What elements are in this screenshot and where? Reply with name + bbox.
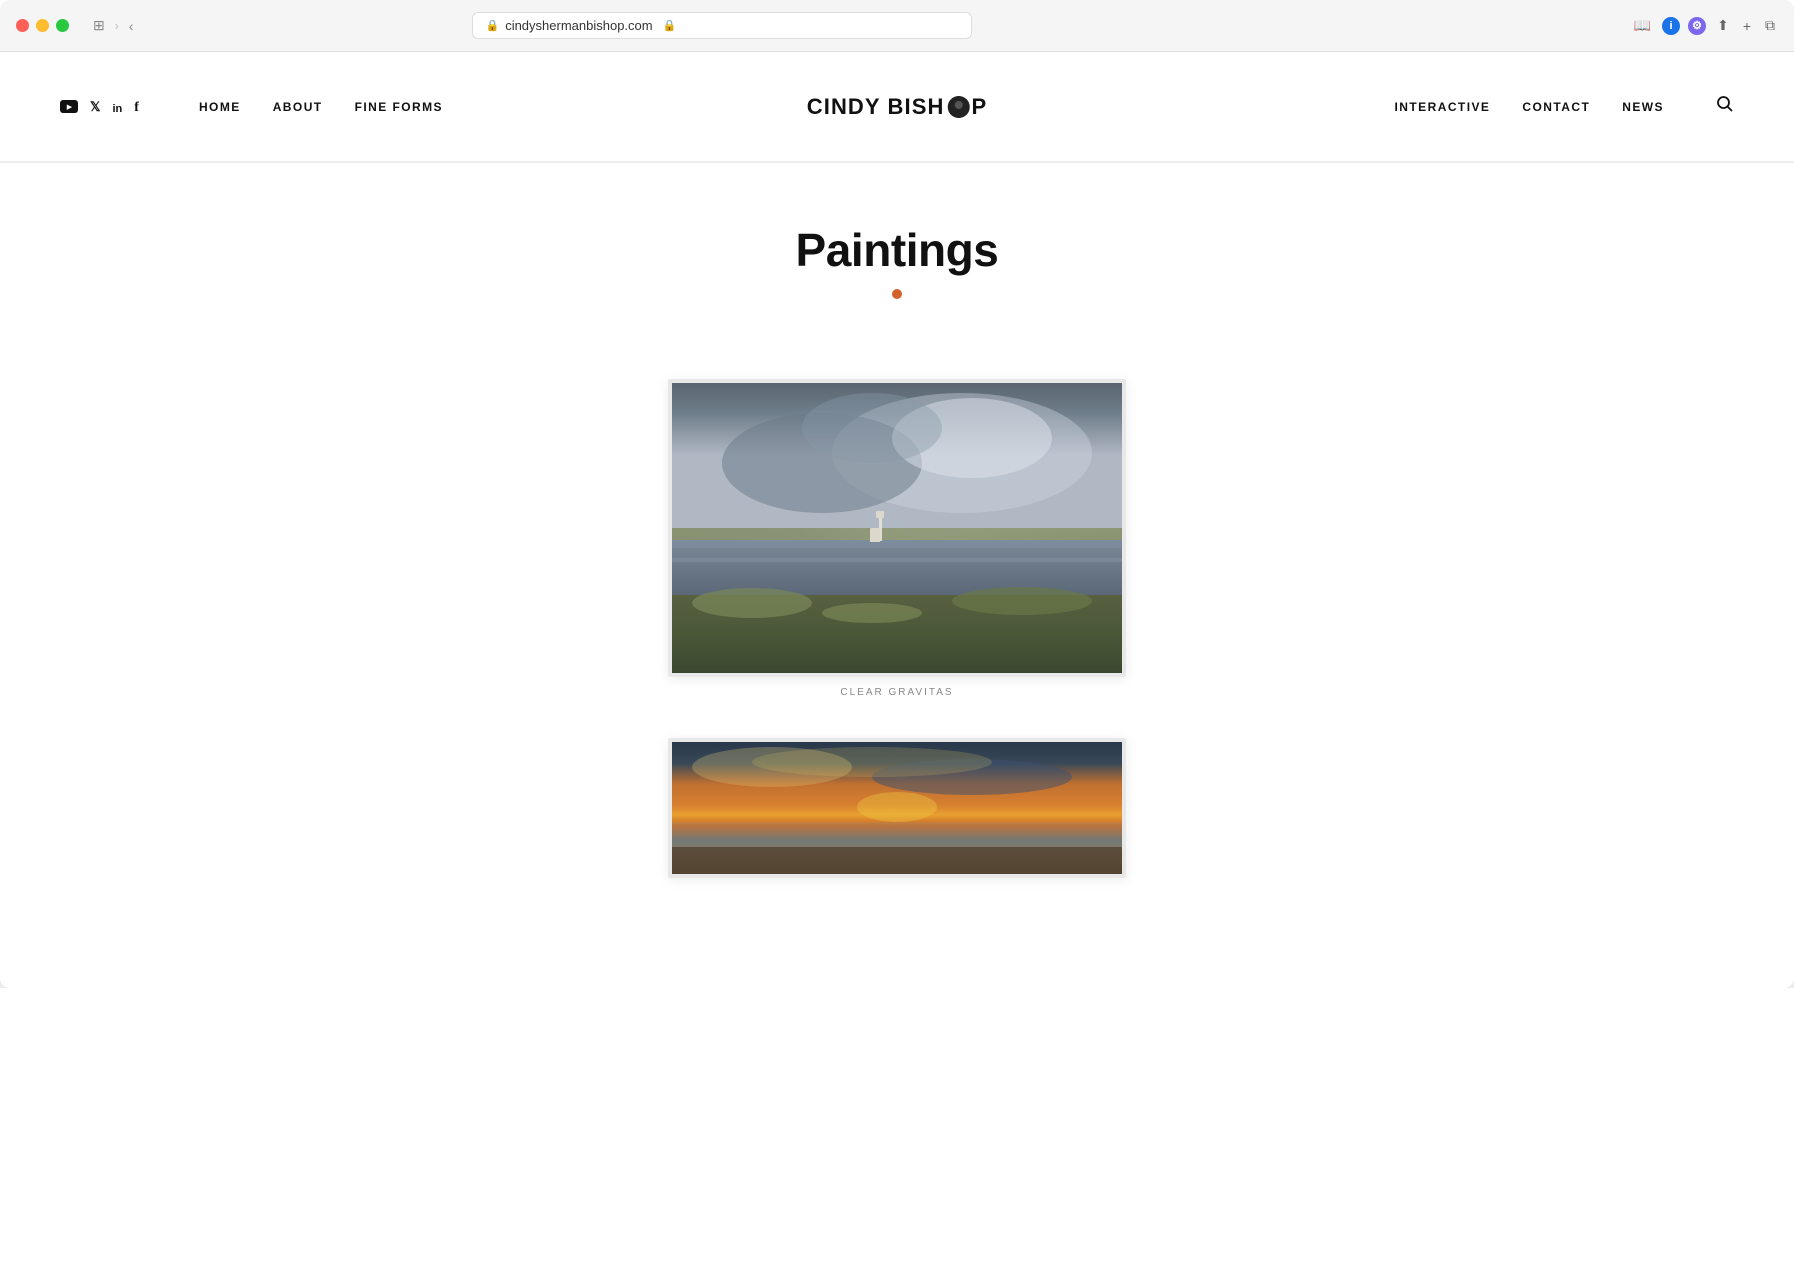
paintings-grid: CLEAR GRAVITAS — [0, 339, 1794, 928]
nav-left-links: HOME ABOUT FINE FORMS — [199, 100, 443, 114]
painting-frame-2[interactable] — [668, 738, 1126, 878]
back-button[interactable]: ‹ — [125, 16, 138, 36]
youtube-link[interactable] — [60, 100, 78, 113]
maximize-button[interactable] — [56, 19, 69, 32]
nav-interactive[interactable]: INTERACTIVE — [1395, 100, 1491, 114]
list-item — [0, 738, 1794, 888]
new-tab-button[interactable]: + — [1740, 15, 1754, 37]
facebook-link[interactable] — [134, 98, 139, 116]
title-accent-dot — [892, 289, 902, 299]
list-item: CLEAR GRAVITAS — [0, 379, 1794, 698]
lock-icon: 🔒 — [485, 19, 499, 32]
extension-icon-purple[interactable]: ⚙ — [1688, 17, 1706, 35]
linkedin-link[interactable] — [112, 99, 122, 115]
tab-overview-button[interactable]: ⊞ — [89, 15, 109, 36]
url-text: cindyshermanbishop.com — [505, 18, 652, 33]
main-navigation: HOME ABOUT FINE FORMS CINDY BISH P IN — [0, 52, 1794, 162]
share-button[interactable]: ⬆ — [1714, 14, 1732, 37]
nav-home[interactable]: HOME — [199, 100, 241, 114]
nav-right-links: INTERACTIVE CONTACT NEWS — [1395, 95, 1734, 118]
nav-fine-forms[interactable]: FINE FORMS — [355, 100, 443, 114]
browser-right-controls: 📖 i ⚙ ⬆ + ⧉ — [1631, 14, 1778, 37]
logo-text-2: P — [971, 94, 987, 120]
reader-view-button[interactable]: 📖 — [1631, 14, 1654, 37]
tabs-button[interactable]: ⧉ — [1762, 14, 1778, 37]
extension-icon-blue[interactable]: i — [1662, 17, 1680, 35]
nav-about[interactable]: ABOUT — [273, 100, 323, 114]
social-links — [60, 98, 139, 116]
nav-news[interactable]: NEWS — [1622, 100, 1664, 114]
address-bar[interactable]: 🔒 cindyshermanbishop.com 🔒 — [472, 12, 972, 39]
minimize-button[interactable] — [36, 19, 49, 32]
twitter-link[interactable] — [90, 98, 100, 115]
search-icon[interactable] — [1716, 95, 1734, 118]
browser-traffic-lights — [16, 19, 69, 32]
logo-text-1: CINDY BISH — [807, 94, 945, 120]
page-content: Paintings — [0, 163, 1794, 988]
security-indicator: 🔒 — [663, 19, 677, 32]
site-logo[interactable]: CINDY BISH P — [807, 94, 988, 120]
painting-frame-1[interactable] — [668, 379, 1126, 677]
painting-image-2 — [672, 742, 1122, 878]
close-button[interactable] — [16, 19, 29, 32]
painting-caption-1: CLEAR GRAVITAS — [840, 687, 953, 698]
youtube-icon — [60, 100, 78, 113]
nav-contact[interactable]: CONTACT — [1522, 100, 1590, 114]
page-title-section: Paintings — [0, 163, 1794, 339]
painting-image-1 — [672, 383, 1122, 673]
page-title: Paintings — [0, 223, 1794, 277]
browser-navigation: ⊞ › ‹ — [89, 15, 137, 36]
logo-icon — [947, 96, 969, 118]
